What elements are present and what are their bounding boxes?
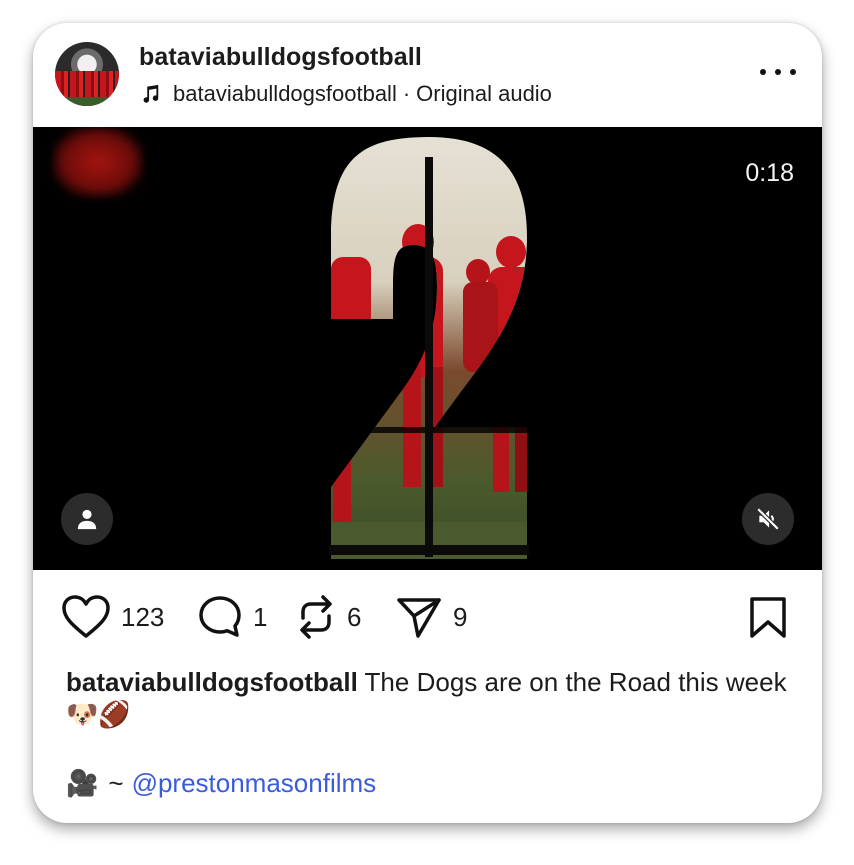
more-dot [760,69,766,75]
person-icon [77,509,97,530]
comment-button[interactable]: 1 [197,594,267,640]
music-note-icon [143,84,159,103]
video-timer: 0:18 [745,159,794,187]
audio-track: Original audio [416,81,552,106]
more-dot [790,69,796,75]
post-caption: bataviabulldogsfootball The Dogs are on … [66,666,796,730]
caption-text: The Dogs are on the Road this week [357,667,787,697]
more-options-button[interactable] [760,59,796,85]
like-count: 123 [121,601,165,632]
like-button[interactable]: 123 [61,594,164,640]
credit-tilde: ~ [108,768,124,798]
caption-emojis: 🐶🏈 [66,699,131,729]
action-bar: 123 1 6 9 [33,570,822,670]
post-header: bataviabulldogsfootball bataviabulldogsf… [33,23,822,127]
comment-bubble-icon [199,596,241,637]
save-button[interactable] [748,596,788,645]
caption-username[interactable]: bataviabulldogsfootball [66,667,358,697]
movie-camera-emoji: 🎥 [66,768,99,798]
heart-icon [62,595,110,638]
number-two-video-frame [329,137,529,559]
share-button[interactable]: 9 [395,594,467,640]
more-dot [775,69,781,75]
audio-artist: bataviabulldogsfootball [173,81,397,106]
video-player[interactable]: 0:18 [33,127,822,570]
audio-attribution[interactable]: bataviabulldogsfootball · Original audio [139,81,552,107]
bookmark-icon [750,597,786,638]
mute-toggle-button[interactable] [742,493,794,545]
comment-count: 1 [253,601,268,632]
speaker-muted-icon [756,507,780,531]
repost-icon [300,595,332,639]
tagged-users-button[interactable] [61,493,113,545]
post-username[interactable]: bataviabulldogsfootball [139,43,422,72]
post-card: bataviabulldogsfootball bataviabulldogsf… [33,23,822,823]
avatar[interactable] [55,42,119,106]
audio-separator: · [402,81,411,106]
repost-count: 6 [347,601,362,632]
repost-button[interactable]: 6 [295,594,361,640]
credit-mention-link[interactable]: @prestonmasonfilms [132,768,377,799]
paper-plane-icon [397,598,441,638]
video-credit: 🎥 ~ @prestonmasonfilms [66,768,376,799]
share-count: 9 [453,601,468,632]
